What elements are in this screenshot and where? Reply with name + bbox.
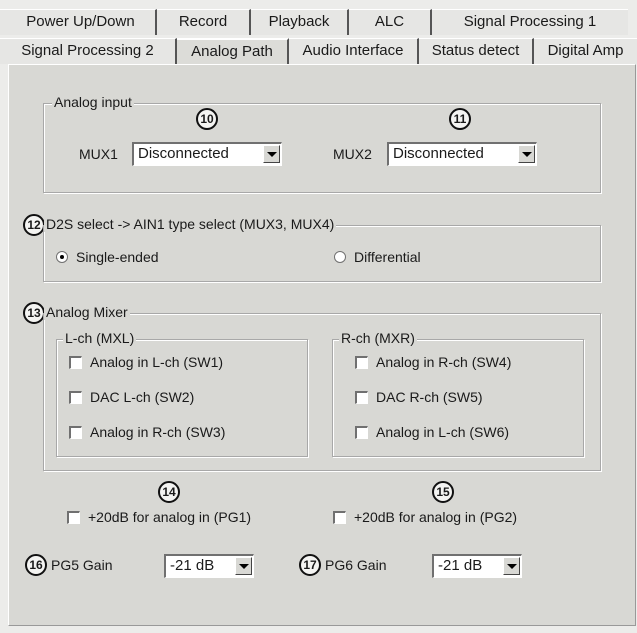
mux2-value: Disconnected <box>393 145 484 162</box>
pg2-checkbox[interactable]: +20dB for analog in (PG2) <box>333 509 517 525</box>
tab-playback[interactable]: Playback <box>251 9 349 35</box>
callout-17: 17 <box>299 554 321 576</box>
pg1-checkbox[interactable]: +20dB for analog in (PG1) <box>67 509 251 525</box>
tab-row-upper: Power Up/Down Record Playback ALC Signal… <box>0 9 628 35</box>
lch-mxl-group: L-ch (MXL) Analog in L-ch (SW1) DAC L-ch… <box>56 330 308 457</box>
tab-audio-interface[interactable]: Audio Interface <box>289 38 419 64</box>
tab-signal-processing-1[interactable]: Signal Processing 1 <box>432 9 628 35</box>
sw1-checkbox-box[interactable] <box>69 355 82 369</box>
sw2-label: DAC L-ch (SW2) <box>90 389 195 405</box>
tab-digital-amp[interactable]: Digital Amp <box>534 38 637 64</box>
sw1-label: Analog in L-ch (SW1) <box>90 354 224 370</box>
rch-mxr-group: R-ch (MXR) Analog in R-ch (SW4) DAC R-ch… <box>332 330 584 457</box>
pg6-gain-select[interactable]: -21 dB <box>432 554 522 578</box>
pg1-label: +20dB for analog in (PG1) <box>88 509 252 525</box>
sw2-checkbox-box[interactable] <box>69 390 82 404</box>
mux2-dropdown-icon[interactable] <box>518 145 535 163</box>
sw5-label: DAC R-ch (SW5) <box>376 389 483 405</box>
sw3-checkbox[interactable]: Analog in R-ch (SW3) <box>69 424 225 440</box>
sw3-checkbox-box[interactable] <box>69 425 82 439</box>
differential-radio[interactable]: Differential <box>334 249 421 265</box>
callout-15: 15 <box>432 481 454 503</box>
callout-13: 13 <box>23 302 45 324</box>
mux1-value: Disconnected <box>138 145 229 162</box>
pg5-gain-select[interactable]: -21 dB <box>164 554 254 578</box>
pg5-gain-value: -21 dB <box>170 557 215 574</box>
tab-power-up-down[interactable]: Power Up/Down <box>0 9 157 35</box>
analog-mixer-legend: Analog Mixer <box>44 304 130 320</box>
pg6-dropdown-icon[interactable] <box>503 557 520 575</box>
pg2-label: +20dB for analog in (PG2) <box>354 509 518 525</box>
callout-16: 16 <box>25 554 47 576</box>
d2s-select-group: D2S select -> AIN1 type select (MUX3, MU… <box>43 216 601 282</box>
mux1-select[interactable]: Disconnected <box>132 142 282 166</box>
sw5-checkbox-box[interactable] <box>355 390 368 404</box>
single-ended-radio[interactable]: Single-ended <box>56 249 159 265</box>
tab-signal-processing-2[interactable]: Signal Processing 2 <box>0 38 177 64</box>
pg2-checkbox-box[interactable] <box>333 510 346 524</box>
pg6-gain-label: PG6 Gain <box>325 557 387 573</box>
sw1-checkbox[interactable]: Analog in L-ch (SW1) <box>69 354 223 370</box>
analog-input-group: Analog input 10 11 MUX1 Disconnected MUX… <box>43 94 601 193</box>
tab-analog-path[interactable]: Analog Path <box>177 38 289 64</box>
mux1-label: MUX1 <box>79 146 118 162</box>
pg1-checkbox-box[interactable] <box>67 510 80 524</box>
callout-10: 10 <box>196 108 218 130</box>
tab-status-detect[interactable]: Status detect <box>419 38 534 64</box>
sw6-checkbox[interactable]: Analog in L-ch (SW6) <box>355 424 509 440</box>
analog-mixer-group: Analog Mixer L-ch (MXL) Analog in L-ch (… <box>43 304 601 471</box>
sw4-checkbox[interactable]: Analog in R-ch (SW4) <box>355 354 511 370</box>
tab-record[interactable]: Record <box>157 9 251 35</box>
differential-label: Differential <box>354 249 421 265</box>
lch-mxl-legend: L-ch (MXL) <box>63 330 137 346</box>
sw4-label: Analog in R-ch (SW4) <box>376 354 512 370</box>
differential-radio-indicator[interactable] <box>334 251 346 263</box>
mux1-dropdown-icon[interactable] <box>263 145 280 163</box>
sw3-label: Analog in R-ch (SW3) <box>90 424 226 440</box>
pg5-gain-label: PG5 Gain <box>51 557 113 573</box>
sw6-label: Analog in L-ch (SW6) <box>376 424 510 440</box>
callout-14: 14 <box>158 481 180 503</box>
d2s-select-legend: D2S select -> AIN1 type select (MUX3, MU… <box>44 216 337 232</box>
rch-mxr-legend: R-ch (MXR) <box>339 330 417 346</box>
pg6-gain-value: -21 dB <box>438 557 483 574</box>
analog-path-panel: Analog input 10 11 MUX1 Disconnected MUX… <box>8 64 636 626</box>
single-ended-radio-indicator[interactable] <box>56 251 68 263</box>
callout-11: 11 <box>449 108 471 130</box>
pg5-dropdown-icon[interactable] <box>235 557 252 575</box>
single-ended-label: Single-ended <box>76 249 159 265</box>
tab-alc[interactable]: ALC <box>349 9 432 35</box>
analog-input-legend: Analog input <box>52 94 134 110</box>
mux2-label: MUX2 <box>333 146 372 162</box>
sw2-checkbox[interactable]: DAC L-ch (SW2) <box>69 389 194 405</box>
sw6-checkbox-box[interactable] <box>355 425 368 439</box>
sw4-checkbox-box[interactable] <box>355 355 368 369</box>
callout-12: 12 <box>23 214 45 236</box>
tab-row-lower: Signal Processing 2 Analog Path Audio In… <box>0 38 637 64</box>
mux2-select[interactable]: Disconnected <box>387 142 537 166</box>
sw5-checkbox[interactable]: DAC R-ch (SW5) <box>355 389 483 405</box>
